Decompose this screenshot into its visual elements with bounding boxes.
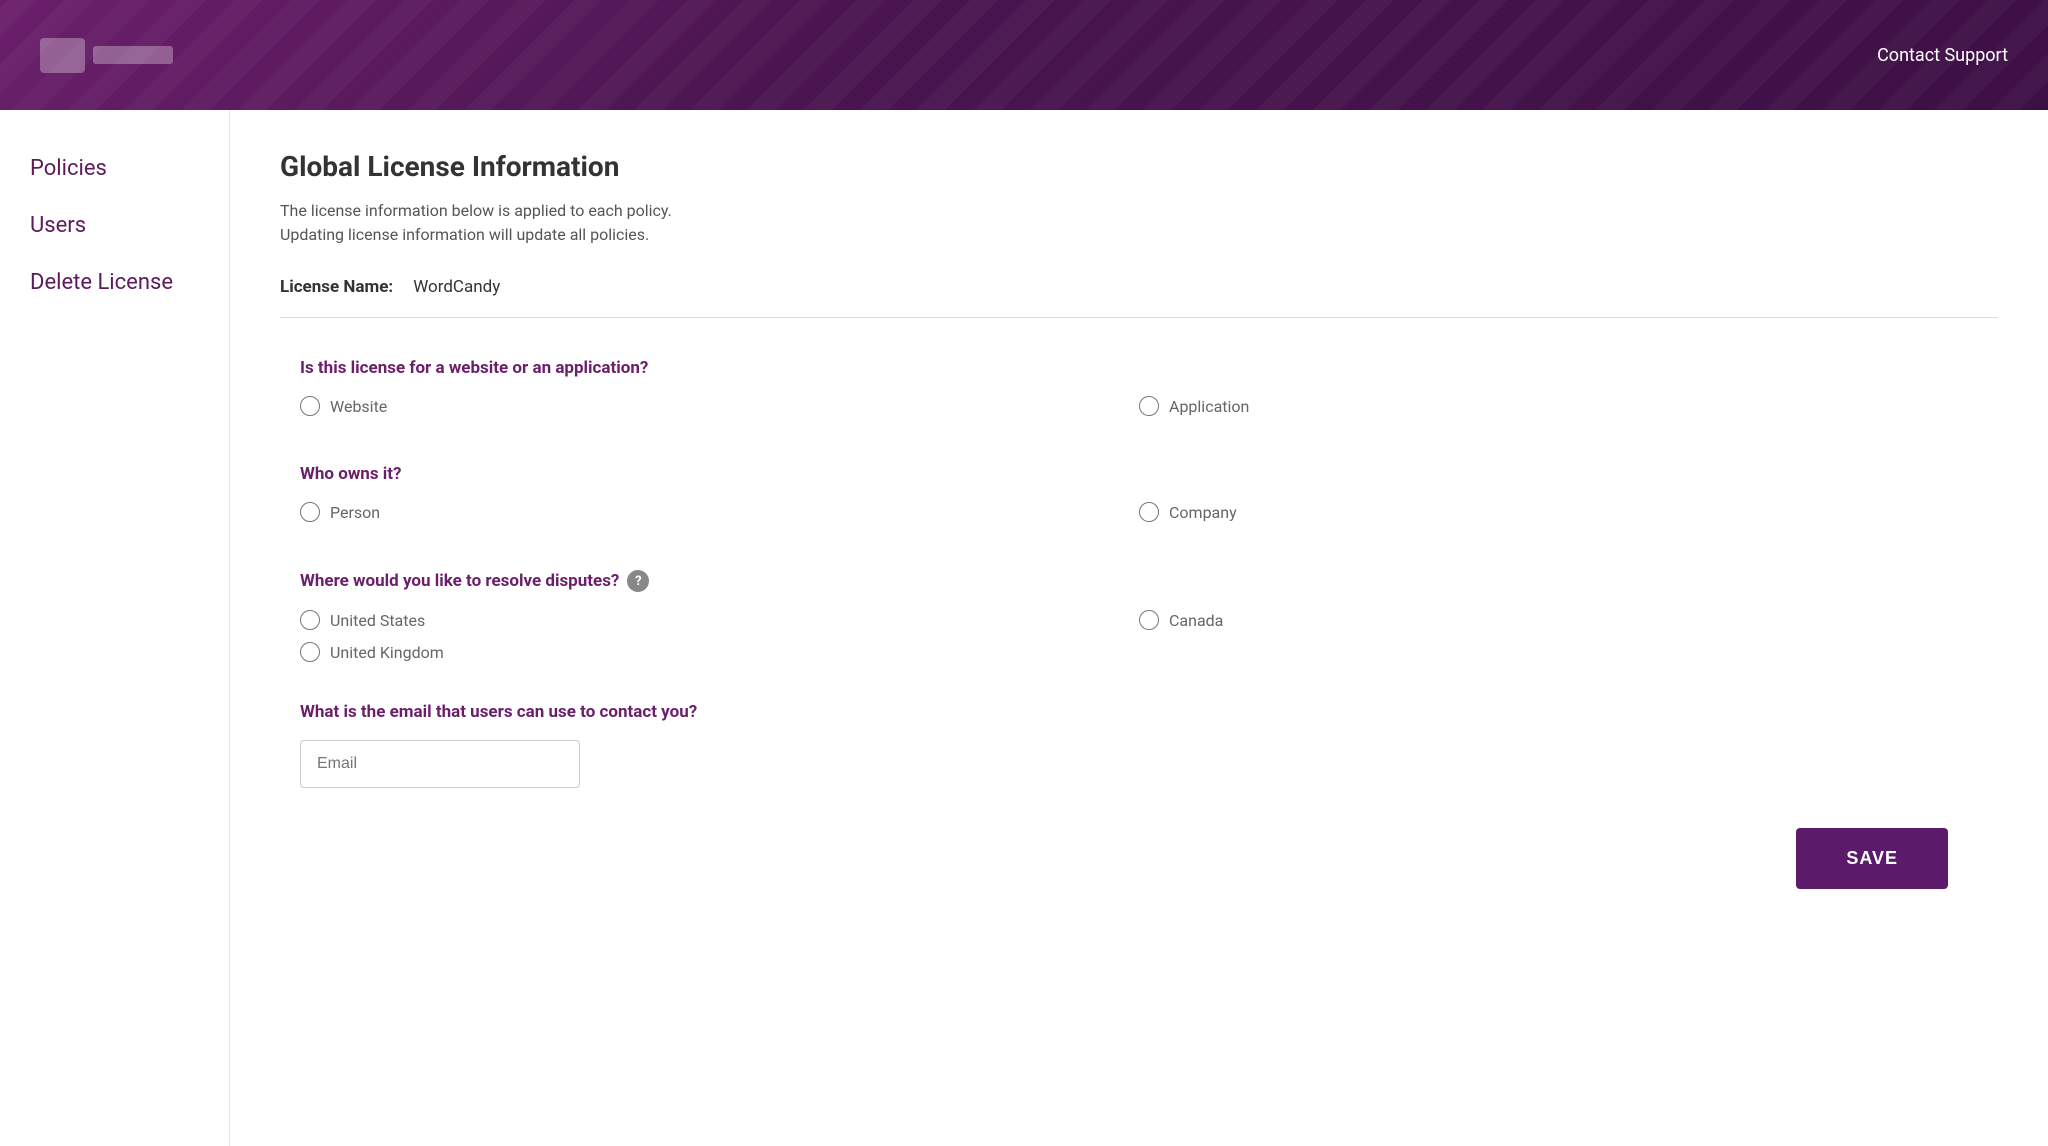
logo-text	[93, 46, 173, 64]
question-email: What is the email that users can use to …	[300, 702, 1978, 722]
save-row: SAVE	[280, 808, 1998, 919]
contact-support-link[interactable]: Contact Support	[1877, 45, 2008, 66]
section-email: What is the email that users can use to …	[280, 682, 1998, 808]
page-title: Global License Information	[280, 150, 1998, 183]
logo-box	[40, 38, 85, 73]
license-name-label: License Name:	[280, 277, 393, 297]
radio-application[interactable]: Application	[1139, 396, 1978, 416]
question-license-type: Is this license for a website or an appl…	[300, 358, 1978, 378]
question-disputes: Where would you like to resolve disputes…	[300, 570, 1978, 592]
sidebar-item-delete-license[interactable]: Delete License	[0, 254, 229, 311]
radio-us[interactable]: United States	[300, 610, 1139, 630]
section-license-type: Is this license for a website or an appl…	[280, 338, 1998, 444]
page-description: The license information below is applied…	[280, 199, 1998, 247]
ownership-options: Person Company	[300, 502, 1978, 522]
radio-canada-input[interactable]	[1139, 610, 1159, 630]
radio-application-input[interactable]	[1139, 396, 1159, 416]
sidebar-item-users[interactable]: Users	[0, 197, 229, 254]
radio-person[interactable]: Person	[300, 502, 1139, 522]
radio-website-input[interactable]	[300, 396, 320, 416]
license-name-row: License Name: WordCandy	[280, 277, 1998, 318]
help-icon[interactable]: ?	[627, 570, 649, 592]
radio-company[interactable]: Company	[1139, 502, 1978, 522]
main-content: Global License Information The license i…	[230, 110, 2048, 1146]
radio-uk[interactable]: United Kingdom	[300, 642, 1139, 662]
save-button[interactable]: SAVE	[1796, 828, 1948, 889]
section-ownership: Who owns it? Person Company	[280, 444, 1998, 550]
page-layout: Policies Users Delete License Global Lic…	[0, 110, 2048, 1146]
radio-company-input[interactable]	[1139, 502, 1159, 522]
radio-website[interactable]: Website	[300, 396, 1139, 416]
sidebar-item-policies[interactable]: Policies	[0, 140, 229, 197]
radio-uk-input[interactable]	[300, 642, 320, 662]
logo	[40, 38, 173, 73]
section-disputes: Where would you like to resolve disputes…	[280, 550, 1998, 682]
email-field[interactable]	[300, 740, 580, 788]
disputes-row-1: United States Canada	[300, 610, 1978, 630]
disputes-row-2: United Kingdom	[300, 642, 1978, 662]
radio-person-input[interactable]	[300, 502, 320, 522]
question-ownership: Who owns it?	[300, 464, 1978, 484]
radio-canada[interactable]: Canada	[1139, 610, 1978, 630]
license-name-value: WordCandy	[413, 277, 500, 297]
radio-us-input[interactable]	[300, 610, 320, 630]
header: Contact Support	[0, 0, 2048, 110]
sidebar: Policies Users Delete License	[0, 110, 230, 1146]
license-type-options: Website Application	[300, 396, 1978, 416]
